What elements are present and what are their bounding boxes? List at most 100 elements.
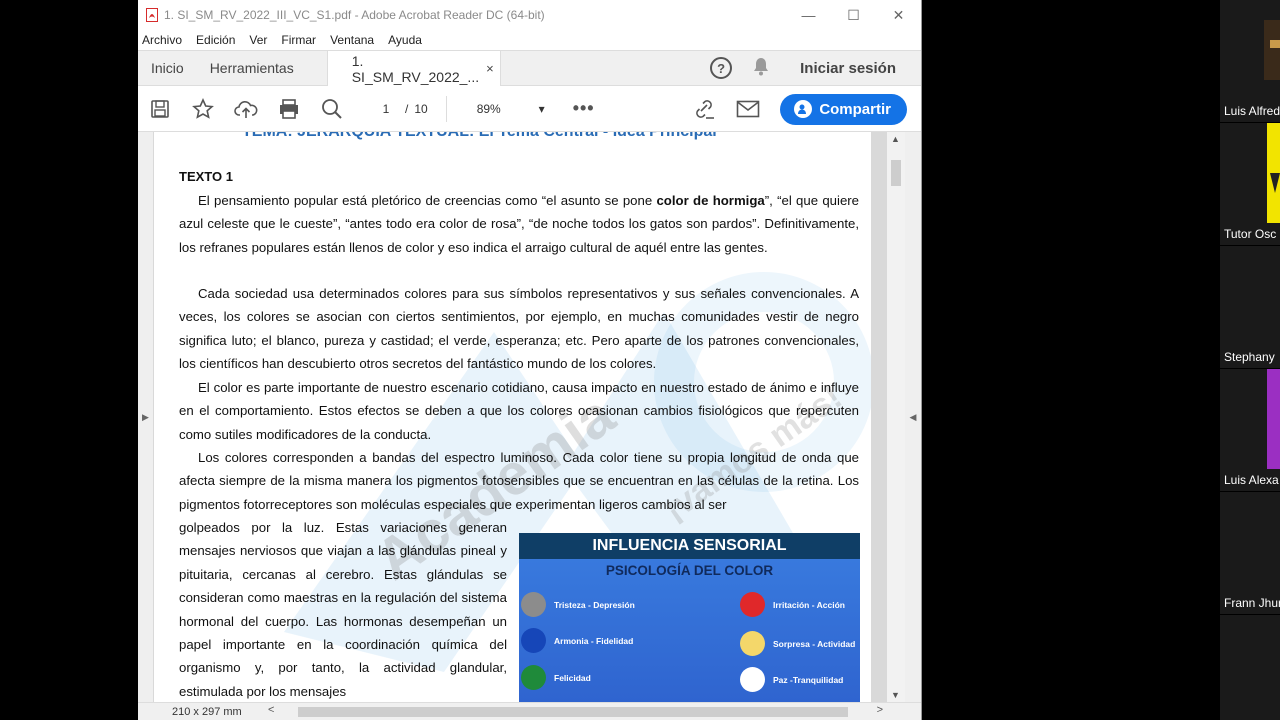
infographic-item-irritacion: Irritación - Acción bbox=[740, 592, 845, 617]
participant-name: Luis Alexa bbox=[1224, 473, 1279, 487]
paragraph-5: golpeados por la luz. Estas variaciones … bbox=[179, 520, 507, 699]
menu-ver[interactable]: Ver bbox=[249, 33, 267, 47]
status-bar: 210 x 297 mm < > bbox=[138, 702, 921, 720]
infographic-item-label: Tristeza - Depresión bbox=[554, 599, 635, 610]
red-circle-icon bbox=[740, 592, 765, 617]
participant-tile[interactable]: Stephany bbox=[1220, 246, 1280, 369]
menu-archivo[interactable]: Archivo bbox=[142, 33, 182, 47]
share-label: Compartir bbox=[819, 100, 891, 118]
tab-inicio[interactable]: Inicio bbox=[138, 51, 197, 85]
participants-panel: Luis Alfred Tutor Osc Stephany Luis Alex… bbox=[1220, 0, 1280, 720]
scroll-right-icon[interactable]: > bbox=[877, 704, 883, 716]
participant-tile[interactable]: Luis Alfred bbox=[1220, 0, 1280, 123]
participant-tile[interactable]: Frann Jhur bbox=[1220, 492, 1280, 615]
participant-name: Stephany bbox=[1224, 350, 1275, 364]
page-size-label: 210 x 297 mm bbox=[172, 705, 242, 718]
print-icon[interactable] bbox=[277, 97, 301, 121]
menu-ayuda[interactable]: Ayuda bbox=[388, 33, 422, 47]
save-icon[interactable] bbox=[148, 97, 172, 121]
green-circle-icon bbox=[521, 665, 546, 690]
page-current-input[interactable]: 1 bbox=[373, 102, 399, 116]
mail-icon[interactable] bbox=[736, 97, 760, 121]
participant-tile[interactable]: Tutor Osc bbox=[1220, 123, 1280, 246]
participant-name: Luis Alfred bbox=[1224, 104, 1280, 118]
scroll-left-icon[interactable]: < bbox=[268, 704, 274, 716]
tab-herramientas[interactable]: Herramientas bbox=[197, 51, 307, 85]
white-circle-icon bbox=[740, 667, 765, 692]
document-viewport[interactable]: ▶ Academia ¡vamos más! TEMA: JERARQUÍA T… bbox=[138, 132, 921, 702]
acrobat-window: 1. SI_SM_RV_2022_III_VC_S1.pdf - Adobe A… bbox=[138, 0, 922, 720]
infographic-item-label: Paz -Tranquilidad bbox=[773, 674, 844, 685]
yellow-circle-icon bbox=[740, 631, 765, 656]
star-icon[interactable] bbox=[191, 97, 215, 121]
menu-edicion[interactable]: Edición bbox=[196, 33, 235, 47]
menu-bar: Archivo Edición Ver Firmar Ventana Ayuda bbox=[138, 30, 921, 50]
participant-avatar bbox=[1267, 369, 1280, 469]
menu-ventana[interactable]: Ventana bbox=[330, 33, 374, 47]
scroll-down-icon[interactable]: ▼ bbox=[891, 690, 900, 700]
infographic-image: INFLUENCIA SENSORIAL PSICOLOGÍA DEL COLO… bbox=[519, 533, 860, 702]
infographic-subtitle: PSICOLOGÍA DEL COLOR bbox=[605, 563, 774, 578]
paragraph-2: Cada sociedad usa determinados colores p… bbox=[179, 286, 859, 372]
blue-circle-icon bbox=[521, 628, 546, 653]
pdf-file-icon bbox=[145, 8, 158, 23]
toolbar: 1 / 10 89% ▾ ••• Compartir bbox=[138, 86, 921, 132]
tab-document[interactable]: 1. SI_SM_RV_2022_... × bbox=[326, 51, 501, 86]
minimize-button[interactable]: — bbox=[786, 0, 831, 30]
participant-video-thumbnail bbox=[1264, 20, 1280, 80]
page-navigator: 1 / 10 bbox=[373, 102, 428, 116]
participant-name: Frann Jhur bbox=[1224, 596, 1280, 610]
pdf-page: Academia ¡vamos más! TEMA: JERARQUÍA TEX… bbox=[154, 132, 871, 702]
menu-firmar[interactable]: Firmar bbox=[281, 33, 316, 47]
infographic-item-label: Armonia - Fidelidad bbox=[554, 635, 634, 646]
gray-circle-icon bbox=[521, 592, 546, 617]
document-heading: TEMA: JERARQUÍA TEXTUAL: El Tema Central… bbox=[242, 132, 717, 143]
infographic-title: INFLUENCIA SENSORIAL bbox=[519, 533, 860, 559]
scroll-up-icon[interactable]: ▲ bbox=[891, 134, 900, 144]
paragraph-1-start: El pensamiento popular está pletórico de… bbox=[198, 193, 657, 208]
zoom-value: 89% bbox=[476, 101, 501, 116]
infographic-item-paz: Paz -Tranquilidad bbox=[740, 667, 843, 692]
cloud-upload-icon[interactable] bbox=[234, 97, 258, 121]
infographic-item-label: Irritación - Acción bbox=[773, 599, 845, 610]
help-icon[interactable]: ? bbox=[710, 57, 733, 79]
vertical-scroll-thumb[interactable] bbox=[891, 160, 901, 186]
zoom-search-icon[interactable] bbox=[320, 97, 344, 121]
infographic-item-sorpresa: Sorpresa - Actividad bbox=[740, 631, 855, 656]
infographic-item-felicidad: Felicidad bbox=[521, 665, 591, 690]
texto-label: TEXTO 1 bbox=[179, 169, 233, 184]
title-bar: 1. SI_SM_RV_2022_III_VC_S1.pdf - Adobe A… bbox=[138, 0, 921, 30]
infographic-item-label: Sorpresa - Actividad bbox=[773, 638, 856, 649]
zoom-dropdown[interactable]: 89% ▾ bbox=[477, 102, 545, 116]
more-tools-icon[interactable]: ••• bbox=[573, 98, 595, 119]
horizontal-scrollbar[interactable]: < > bbox=[258, 703, 883, 720]
link-icon[interactable] bbox=[692, 97, 716, 121]
close-window-button[interactable]: ✕ bbox=[876, 0, 921, 30]
bell-icon[interactable] bbox=[752, 56, 770, 81]
toolbar-divider bbox=[445, 95, 447, 122]
left-panel-toggle[interactable]: ▶ bbox=[138, 132, 153, 702]
paragraph-3: El color es parte importante de nuestro … bbox=[179, 380, 859, 442]
page-total: 10 bbox=[414, 101, 428, 116]
paragraph-1: El pensamiento popular está pletórico de… bbox=[179, 189, 859, 259]
participant-name: Tutor Osc bbox=[1224, 227, 1277, 241]
infographic-item-tristeza: Tristeza - Depresión bbox=[521, 592, 635, 617]
share-button[interactable]: Compartir bbox=[780, 93, 907, 125]
chevron-down-icon: ▾ bbox=[538, 101, 545, 116]
maximize-button[interactable]: ☐ bbox=[831, 0, 876, 30]
paragraph-4: Los colores corresponden a bandas del es… bbox=[179, 450, 859, 512]
participant-tile[interactable]: Luis Alexa bbox=[1220, 369, 1280, 492]
right-panel-toggle[interactable]: ◀ bbox=[905, 132, 921, 702]
paragraph-1-bold: color de hormiga bbox=[656, 193, 765, 208]
tab-bar: Inicio Herramientas 1. SI_SM_RV_2022_...… bbox=[138, 50, 921, 86]
infographic-item-armonia: Armonia - Fidelidad bbox=[521, 628, 633, 653]
infographic-item-label: Felicidad bbox=[554, 672, 591, 683]
page-separator: / bbox=[405, 101, 409, 116]
horizontal-scroll-thumb[interactable] bbox=[298, 706, 848, 717]
window-title: 1. SI_SM_RV_2022_III_VC_S1.pdf - Adobe A… bbox=[164, 8, 545, 22]
signin-button[interactable]: Iniciar sesión bbox=[800, 60, 896, 77]
tab-document-label: 1. SI_SM_RV_2022_... bbox=[351, 52, 480, 85]
user-share-icon bbox=[794, 100, 813, 118]
vertical-scrollbar[interactable]: ▲ ▼ bbox=[887, 132, 905, 702]
close-tab-icon[interactable]: × bbox=[486, 61, 494, 76]
